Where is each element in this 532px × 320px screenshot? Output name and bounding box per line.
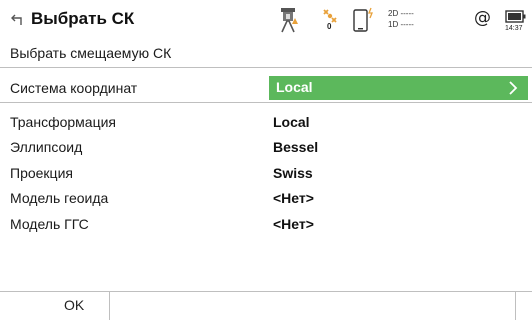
property-row-cscs-model: Модель ГГС <Нет> xyxy=(0,212,532,238)
coordinate-system-value: Local xyxy=(276,79,313,95)
property-label: Проекция xyxy=(10,165,73,181)
satellite-count: 0 xyxy=(327,22,332,31)
total-station-icon[interactable] xyxy=(278,6,300,34)
property-row-ellipsoid: Эллипсоид Bessel xyxy=(0,135,532,161)
property-row-transformation: Трансформация Local xyxy=(0,110,532,136)
back-arrow-icon[interactable] xyxy=(10,13,24,27)
precision-2d: 2D ----- xyxy=(388,9,414,18)
property-row-projection: Проекция Swiss xyxy=(0,161,532,187)
toolbar-divider xyxy=(515,292,516,320)
ok-button[interactable]: OK xyxy=(20,292,110,320)
coordinate-system-selector[interactable]: Local xyxy=(269,76,528,100)
property-value: Bessel xyxy=(273,139,319,155)
property-label: Модель ГГС xyxy=(10,216,89,232)
subheader-text: Выбрать смещаемую СК xyxy=(10,45,172,61)
property-label: Трансформация xyxy=(10,114,116,130)
property-label: Эллипсоид xyxy=(10,139,83,155)
page-title: Выбрать СК xyxy=(31,9,135,28)
title-bar: Выбрать СК 0 2D ----- 1D ----- @ 14:37 xyxy=(0,0,532,40)
coordinate-system-row: Система координат Local xyxy=(0,73,532,103)
coordinate-system-label: Система координат xyxy=(10,80,138,96)
property-value: Swiss xyxy=(273,165,313,181)
controller-device-icon[interactable] xyxy=(352,6,376,34)
bottom-toolbar: OK xyxy=(0,291,532,320)
chevron-right-icon xyxy=(509,81,518,95)
property-value: <Нет> xyxy=(273,216,314,232)
property-row-geoid-model: Модель геоида <Нет> xyxy=(0,186,532,212)
clock: 14:37 xyxy=(505,25,523,32)
precision-1d: 1D ----- xyxy=(388,20,414,29)
subheader: Выбрать смещаемую СК xyxy=(0,40,532,68)
at-icon[interactable]: @ xyxy=(474,8,491,28)
property-label: Модель геоида xyxy=(10,190,109,206)
property-value: <Нет> xyxy=(273,190,314,206)
property-value: Local xyxy=(273,114,310,130)
ok-button-label: OK xyxy=(64,297,85,313)
